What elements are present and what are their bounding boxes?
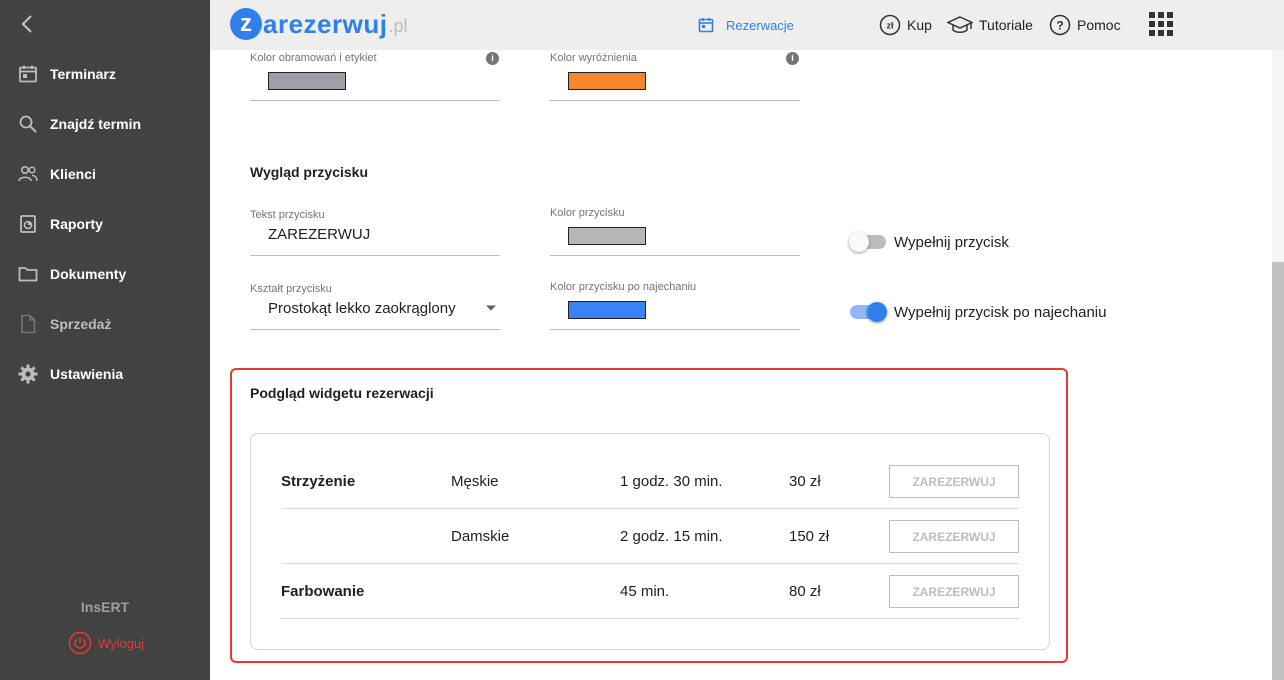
- highlight-color-label: Kolor wyróżnienia: [550, 52, 637, 64]
- sidebar-item-label: Terminarz: [50, 66, 116, 82]
- highlight-color-field[interactable]: Kolor wyróżnienia i: [550, 50, 800, 101]
- service-category: Farbowanie: [281, 583, 365, 600]
- sidebar-item-terminarz[interactable]: Terminarz: [0, 54, 210, 94]
- hover-color-field[interactable]: Kolor przycisku po najechaniu: [550, 279, 800, 330]
- toggle-knob: [867, 302, 887, 322]
- button-text-label: Tekst przycisku: [250, 209, 325, 221]
- button-section-title: Wygląd przycisku: [250, 164, 369, 180]
- button-color-swatch[interactable]: [568, 227, 646, 245]
- sidebar-item-dokumenty[interactable]: Dokumenty: [0, 254, 210, 294]
- app-logo[interactable]: z arezerwuj .pl: [230, 8, 407, 40]
- border-color-label: Kolor obramowań i etykiet: [250, 52, 377, 64]
- logo-text: arezerwuj: [263, 8, 388, 39]
- sidebar: Terminarz Znajdź termin Klienci Raporty …: [0, 0, 210, 680]
- service-price: 30 zł: [789, 473, 821, 490]
- service-variant: Męskie: [451, 473, 499, 490]
- logo-z: z: [230, 8, 262, 40]
- button-color-label: Kolor przycisku: [550, 207, 625, 219]
- fill-hover-label: Wypełnij przycisk po najechaniu: [894, 304, 1107, 321]
- hover-color-label: Kolor przycisku po najechaniu: [550, 281, 697, 293]
- fill-button-label: Wypełnij przycisk: [894, 234, 1009, 251]
- top-header: z arezerwuj .pl Rezerwacje zł Kup Tutori…: [210, 0, 1284, 50]
- service-category: Strzyżenie: [281, 473, 356, 490]
- help-icon: ?: [1049, 14, 1071, 36]
- sidebar-item-znajdz-termin[interactable]: Znajdź termin: [0, 104, 210, 144]
- nav-reservations[interactable]: Rezerwacje: [698, 0, 794, 50]
- calendar-icon: [698, 18, 714, 33]
- fill-hover-toggle[interactable]: [850, 302, 887, 322]
- nav-buy-label: Kup: [907, 17, 932, 33]
- sidebar-item-sprzedaz[interactable]: Sprzedaż: [0, 304, 210, 344]
- sidebar-item-label: Klienci: [50, 166, 96, 182]
- power-icon: [68, 631, 92, 655]
- service-variant: Damskie: [451, 528, 510, 545]
- people-icon: [18, 165, 38, 182]
- table-row: Damskie 2 godz. 15 min. 150 zł ZAREZERWU…: [281, 509, 1019, 564]
- service-duration: 2 godz. 15 min.: [620, 528, 723, 545]
- document-icon: [21, 314, 36, 334]
- gear-icon: [18, 364, 38, 384]
- sidebar-item-klienci[interactable]: Klienci: [0, 154, 210, 194]
- logout-button[interactable]: Wyloguj: [68, 631, 144, 655]
- svg-text:?: ?: [1056, 19, 1063, 33]
- button-shape-select[interactable]: Kształt przycisku Prostokąt lekko zaokrą…: [250, 282, 500, 330]
- preview-widget-card: Strzyżenie Męskie 1 godz. 30 min. 30 zł …: [250, 433, 1050, 650]
- dropdown-arrow-icon[interactable]: [485, 304, 497, 312]
- graduation-cap-icon: [947, 16, 973, 33]
- border-color-swatch[interactable]: [268, 72, 346, 90]
- nav-tutorials[interactable]: Tutoriale: [947, 0, 1033, 50]
- svg-text:zł: zł: [886, 21, 894, 31]
- button-shape-label: Kształt przycisku: [250, 283, 332, 295]
- sidebar-item-label: Sprzedaż: [50, 316, 112, 332]
- button-text-value: ZAREZERWUJ: [268, 226, 371, 243]
- toggle-knob: [849, 232, 869, 252]
- highlight-color-swatch[interactable]: [568, 72, 646, 90]
- sidebar-item-label: Ustawienia: [50, 366, 124, 382]
- nav-tutorials-label: Tutoriale: [979, 17, 1033, 33]
- report-icon: [20, 215, 36, 233]
- back-arrow-icon[interactable]: [16, 12, 40, 36]
- sidebar-item-label: Dokumenty: [50, 266, 127, 282]
- currency-icon: zł: [879, 14, 901, 36]
- sidebar-item-label: Znajdź termin: [50, 116, 142, 132]
- sidebar-item-raporty[interactable]: Raporty: [0, 204, 210, 244]
- nav-help-label: Pomoc: [1077, 17, 1121, 33]
- button-shape-value: Prostokąt lekko zaokrąglony: [268, 300, 456, 317]
- logout-label: Wyloguj: [98, 635, 145, 651]
- table-row: Strzyżenie Męskie 1 godz. 30 min. 30 zł …: [281, 454, 1019, 509]
- info-icon[interactable]: i: [786, 52, 799, 65]
- button-text-field[interactable]: Tekst przycisku ZAREZERWUJ: [250, 208, 500, 256]
- nav-reservations-label: Rezerwacje: [726, 17, 794, 33]
- logo-domain: .pl: [388, 15, 408, 36]
- apps-grid-icon[interactable]: [1149, 12, 1173, 36]
- button-color-field[interactable]: Kolor przycisku: [550, 205, 800, 256]
- calendar-icon: [19, 65, 37, 83]
- nav-buy[interactable]: zł Kup: [879, 0, 932, 50]
- info-icon[interactable]: i: [486, 52, 499, 65]
- border-color-field[interactable]: Kolor obramowań i etykiet i: [250, 50, 500, 101]
- scrollbar-thumb[interactable]: [1272, 262, 1284, 680]
- preview-title: Podgląd widgetu rezerwacji: [250, 385, 434, 401]
- fill-button-toggle[interactable]: [849, 232, 886, 252]
- reserve-button[interactable]: ZAREZERWUJ: [889, 520, 1019, 553]
- reserve-button[interactable]: ZAREZERWUJ: [889, 575, 1019, 608]
- sidebar-item-ustawienia[interactable]: Ustawienia: [0, 354, 210, 394]
- reserve-button[interactable]: ZAREZERWUJ: [889, 465, 1019, 498]
- service-price: 150 zł: [789, 528, 830, 545]
- brand-name: InsERT: [80, 599, 130, 615]
- service-price: 80 zł: [789, 583, 821, 600]
- service-duration: 1 godz. 30 min.: [620, 473, 723, 490]
- sidebar-item-label: Raporty: [50, 216, 103, 232]
- table-row: Farbowanie 45 min. 80 zł ZAREZERWUJ: [281, 564, 1019, 619]
- hover-color-swatch[interactable]: [568, 301, 646, 319]
- nav-help[interactable]: ? Pomoc: [1049, 0, 1121, 50]
- search-icon: [19, 115, 37, 133]
- service-duration: 45 min.: [620, 583, 670, 600]
- folder-icon: [18, 267, 38, 282]
